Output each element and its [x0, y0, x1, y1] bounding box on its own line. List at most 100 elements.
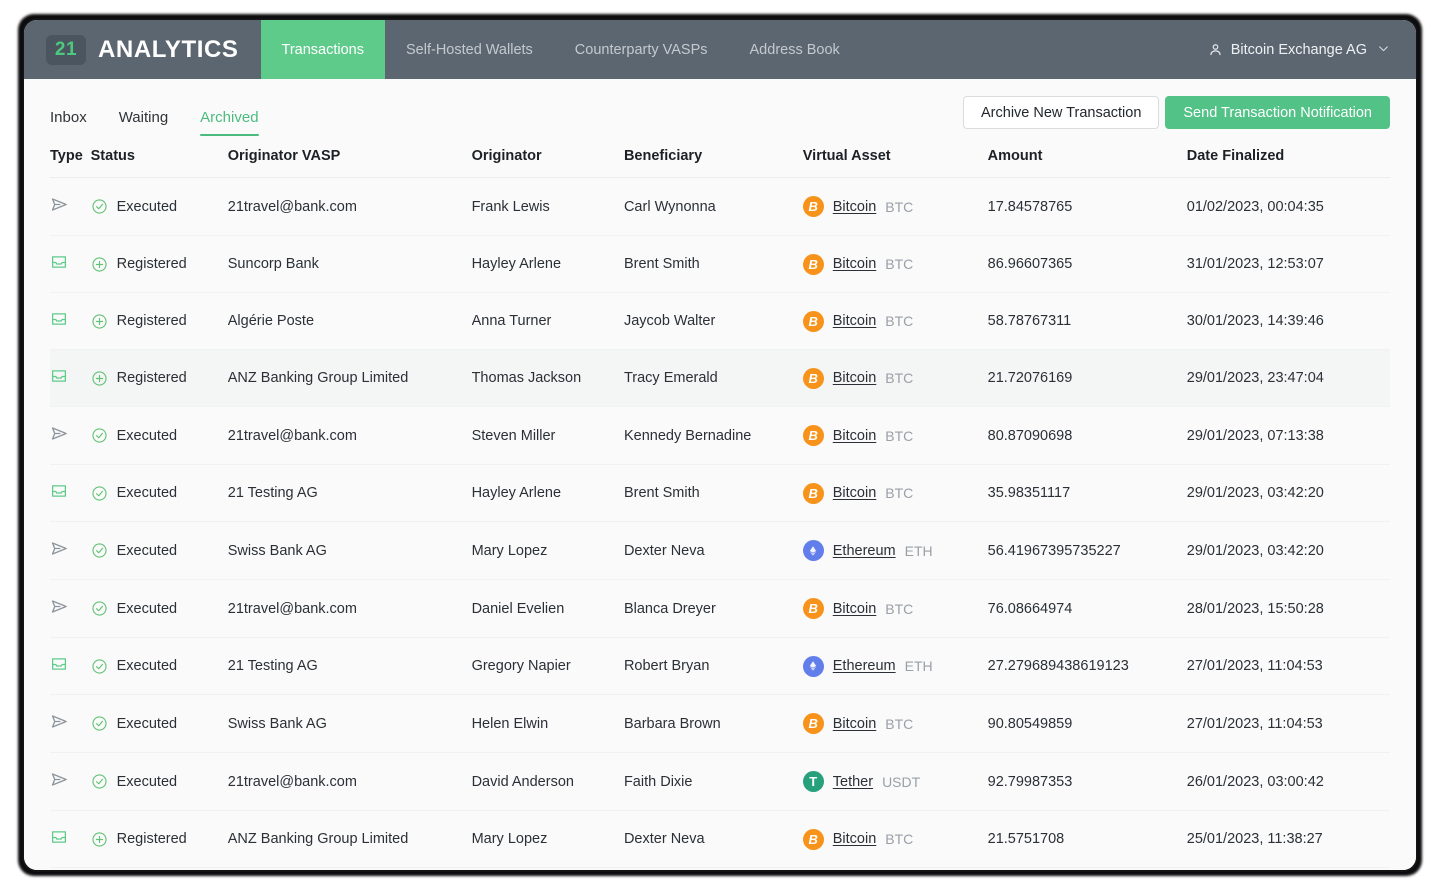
table-row[interactable]: Executed Swiss Bank AG Helen Elwin Barbara …: [50, 694, 1390, 753]
cell-virtual-asset: B Bitcoin BTC: [802, 810, 988, 868]
cell-originator-vasp: 21travel@bank.com: [227, 752, 472, 811]
nav-item-transactions[interactable]: Transactions: [260, 20, 385, 79]
account-menu[interactable]: Bitcoin Exchange AG: [1198, 20, 1416, 79]
send-icon: [50, 539, 69, 558]
brand-name: ANALYTICS: [98, 35, 239, 63]
cell-originator-vasp: Algérie Poste: [227, 292, 472, 350]
cell-originator: Gregory Napier: [471, 637, 624, 695]
nav-item-address-book[interactable]: Address Book: [729, 20, 861, 79]
table-row[interactable]: Executed 21travel@bank.com David Anderson F…: [50, 752, 1390, 811]
top-navigation-bar: 21 ANALYTICS Transactions Self-Hosted Wa…: [24, 20, 1416, 79]
cell-type[interactable]: [50, 349, 91, 407]
table-row[interactable]: Executed 21 Testing AG Hayley Arlene Brent …: [50, 464, 1390, 522]
cell-type[interactable]: [50, 464, 91, 522]
asset-symbol: ETH: [904, 658, 933, 674]
bitcoin-icon: B: [802, 196, 824, 217]
cell-originator: Nolan Shavon: [471, 867, 624, 870]
column-header-amount[interactable]: Amount: [987, 136, 1187, 178]
cell-type[interactable]: [50, 637, 91, 695]
send-icon: [50, 770, 69, 789]
cell-type[interactable]: [50, 752, 91, 811]
cell-virtual-asset: B Bitcoin BTC: [802, 177, 988, 236]
cell-status: Executed: [90, 579, 228, 638]
table-row[interactable]: RegisteredUnited Bank LimitedNolan Shavo…: [50, 867, 1390, 870]
cell-type[interactable]: [50, 235, 91, 293]
tab-archived[interactable]: Archived: [184, 79, 274, 136]
asset-name-link[interactable]: Ethereum: [833, 658, 896, 674]
brand-mark-icon: 21: [46, 34, 86, 65]
archive-new-transaction-button[interactable]: Archive New Transaction: [963, 96, 1160, 129]
table-row[interactable]: Registered Algérie Poste Anna Turner Jaycob…: [50, 292, 1390, 350]
cell-originator: Helen Elwin: [471, 694, 624, 753]
cell-type[interactable]: [50, 292, 91, 350]
cell-beneficiary: Carl Wynonna: [623, 177, 803, 236]
bitcoin-icon: B: [802, 367, 824, 389]
table-row[interactable]: Executed 21 Testing AG Gregory Napier Rober…: [50, 637, 1390, 695]
column-header-beneficiary[interactable]: Beneficiary: [623, 136, 803, 178]
column-header-originator-vasp[interactable]: Originator VASP: [227, 136, 472, 178]
cell-originator: Anna Turner: [471, 292, 624, 350]
column-header-virtual-asset[interactable]: Virtual Asset: [802, 136, 988, 178]
asset-name-link[interactable]: Bitcoin: [833, 256, 877, 272]
cell-beneficiary: Angela Thomsen: [623, 867, 803, 870]
asset-name-link[interactable]: Bitcoin: [833, 485, 877, 501]
cell-beneficiary: Barbara Brown: [623, 694, 803, 753]
nav-item-counterparty-vasps[interactable]: Counterparty VASPs: [554, 20, 729, 79]
bitcoin-icon: B: [802, 828, 824, 850]
status-label: Registered: [116, 313, 187, 329]
table-row[interactable]: Registered ANZ Banking Group Limited Mary …: [50, 810, 1390, 868]
cell-amount: 21.72076169: [987, 349, 1187, 407]
asset-symbol: BTC: [885, 313, 914, 329]
cell-originator-vasp: ANZ Banking Group Limited: [227, 810, 472, 868]
cell-type[interactable]: [50, 867, 91, 870]
cell-type[interactable]: [50, 521, 91, 580]
transactions-table-container: Type Status Originator VASP Originator B…: [50, 136, 1390, 870]
nav-item-self-hosted-wallets[interactable]: Self-Hosted Wallets: [385, 20, 554, 79]
asset-name-link[interactable]: Bitcoin: [833, 428, 877, 444]
table-row[interactable]: Executed 21travel@bank.com Frank Lewis Carl…: [50, 177, 1390, 236]
asset-name-link[interactable]: Bitcoin: [833, 831, 877, 847]
cell-type[interactable]: [50, 406, 91, 465]
sub-toolbar: Inbox Waiting Archived Archive New Trans…: [50, 79, 1390, 136]
table-row[interactable]: Registered Suncorp Bank Hayley Arlene Brent…: [50, 235, 1390, 293]
asset-name-link[interactable]: Tether: [833, 774, 873, 790]
send-transaction-notification-button[interactable]: Send Transaction Notification: [1165, 96, 1390, 129]
cell-originator-vasp: 21travel@bank.com: [227, 579, 472, 638]
send-icon: [50, 597, 69, 616]
bitcoin-icon: B: [802, 482, 824, 504]
cell-type[interactable]: [50, 810, 91, 868]
asset-name-link[interactable]: Bitcoin: [833, 601, 877, 617]
cell-type[interactable]: [50, 579, 91, 638]
asset-name-link[interactable]: Ethereum: [833, 543, 896, 559]
bitcoin-icon: B: [802, 425, 824, 446]
cell-date-finalized: 26/01/2023, 03:00:42: [1186, 752, 1390, 811]
asset-name-link[interactable]: Bitcoin: [833, 716, 877, 732]
cell-virtual-asset: T Tether USDT: [802, 752, 988, 811]
cell-date-finalized: 27/01/2023, 11:04:53: [1186, 637, 1390, 695]
table-row[interactable]: Executed 21travel@bank.com Steven Miller Ke…: [50, 406, 1390, 465]
inbox-icon: [50, 367, 68, 385]
cell-virtual-asset: B Bitcoin BTC: [802, 579, 988, 638]
column-header-date-finalized[interactable]: Date Finalized: [1186, 136, 1390, 178]
column-header-originator[interactable]: Originator: [471, 136, 624, 178]
tab-inbox[interactable]: Inbox: [50, 79, 103, 136]
asset-name-link[interactable]: Bitcoin: [833, 370, 877, 386]
cell-amount: 76.08664974: [987, 579, 1187, 638]
table-row[interactable]: Registered ANZ Banking Group Limited Thoma…: [50, 349, 1390, 407]
asset-name-link[interactable]: Bitcoin: [833, 199, 877, 215]
table-header: Type Status Originator VASP Originator B…: [50, 136, 1390, 178]
tab-waiting[interactable]: Waiting: [103, 79, 184, 136]
cell-status: Executed: [90, 406, 228, 465]
table-row[interactable]: Executed Swiss Bank AG Mary Lopez Dexter Ne…: [50, 521, 1390, 580]
cell-status: Registered: [90, 292, 228, 350]
cell-virtual-asset: Ethereum ETH: [802, 637, 988, 695]
asset-name-link[interactable]: Bitcoin: [833, 313, 877, 329]
column-header-type[interactable]: Type: [50, 136, 91, 178]
column-header-status[interactable]: Status: [90, 136, 228, 178]
cell-type[interactable]: [50, 694, 91, 753]
cell-type[interactable]: [50, 177, 91, 236]
user-icon: [1208, 42, 1223, 57]
brand-logo[interactable]: 21 ANALYTICS: [24, 20, 261, 79]
table-row[interactable]: Executed 21travel@bank.com Daniel Evelien B…: [50, 579, 1390, 638]
cell-virtual-asset: Ethereum ETH: [802, 521, 988, 580]
